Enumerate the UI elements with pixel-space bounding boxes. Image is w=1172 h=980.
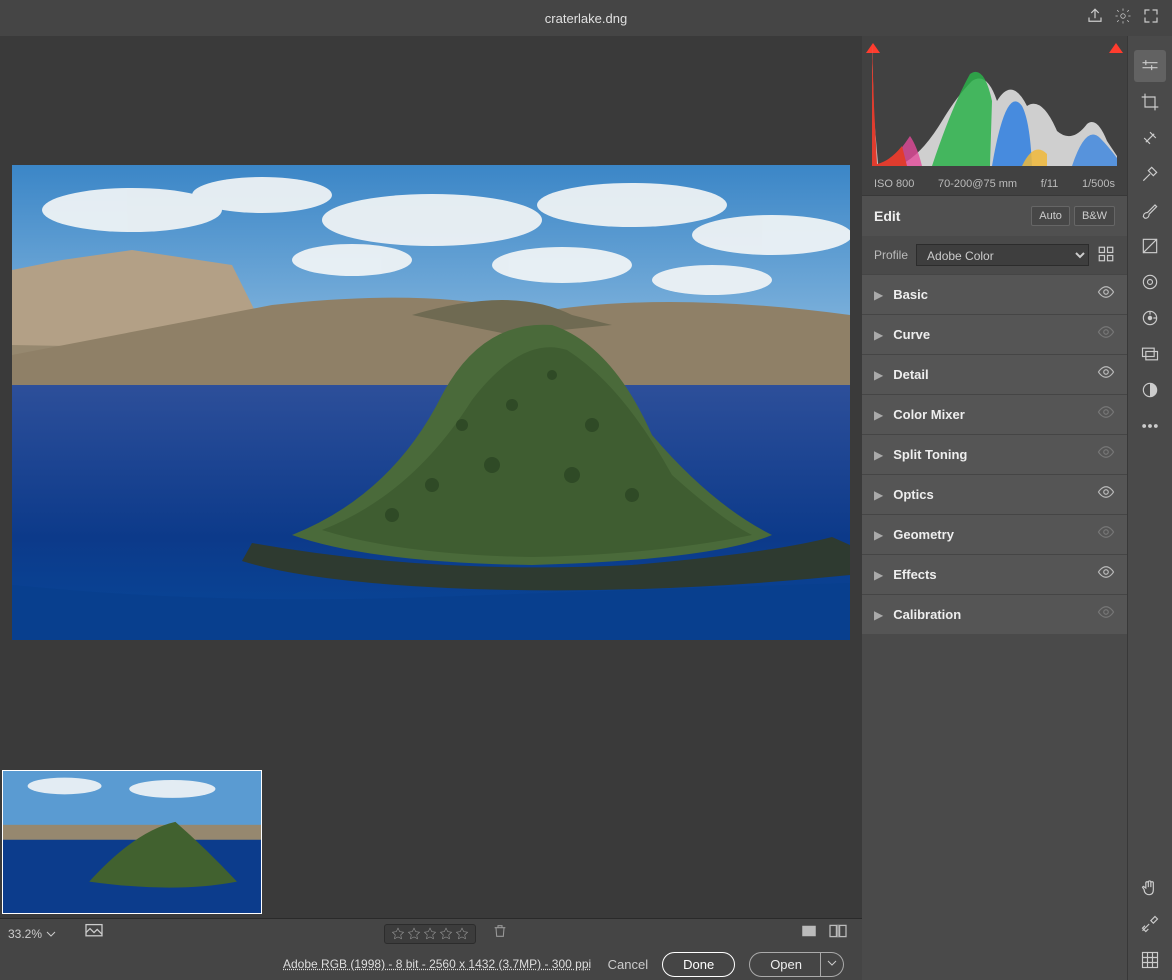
chevron-right-icon: ▶ <box>874 528 883 542</box>
panel-curve[interactable]: ▶ Curve <box>862 314 1127 354</box>
snapshots-tool[interactable] <box>1134 338 1166 370</box>
panel-calibration[interactable]: ▶ Calibration <box>862 594 1127 634</box>
star-icon[interactable] <box>439 927 453 941</box>
cancel-button[interactable]: Cancel <box>608 957 648 972</box>
star-icon[interactable] <box>391 927 405 941</box>
edit-tool[interactable] <box>1134 50 1166 82</box>
panel-optics[interactable]: ▶ Optics <box>862 474 1127 514</box>
zoom-level[interactable]: 33.2% <box>0 927 64 941</box>
filmstrip-thumbnail[interactable] <box>2 770 262 914</box>
zoom-tool[interactable] <box>1134 908 1166 940</box>
eye-icon[interactable] <box>1097 405 1115 424</box>
profile-label: Profile <box>874 248 908 262</box>
exif-lens: 70-200@75 mm <box>938 178 1017 190</box>
open-dropdown[interactable] <box>821 952 844 977</box>
more-tool[interactable] <box>1134 410 1166 442</box>
chevron-right-icon: ▶ <box>874 328 883 342</box>
settings-icon[interactable] <box>1114 7 1132 30</box>
exif-iso: ISO 800 <box>874 178 914 190</box>
exif-aperture: f/11 <box>1041 178 1059 190</box>
eye-icon[interactable] <box>1097 525 1115 544</box>
hand-tool[interactable] <box>1134 872 1166 904</box>
rating-stars[interactable] <box>384 924 476 944</box>
single-view-icon[interactable] <box>800 923 818 944</box>
tool-strip <box>1127 36 1172 980</box>
auto-button[interactable]: Auto <box>1031 206 1070 226</box>
presets-panel-button[interactable] <box>84 923 104 944</box>
eye-icon[interactable] <box>1097 445 1115 464</box>
eye-icon[interactable] <box>1097 365 1115 384</box>
panel-label: Geometry <box>893 527 1097 542</box>
compare-view-icon[interactable] <box>828 923 848 944</box>
canvas-column: 33.2% Adobe RGB (1998) - 8 bit <box>0 36 862 980</box>
chevron-right-icon: ▶ <box>874 488 883 502</box>
linear-gradient-tool[interactable] <box>1134 230 1166 262</box>
chevron-right-icon: ▶ <box>874 568 883 582</box>
done-button[interactable]: Done <box>662 952 735 977</box>
panel-label: Color Mixer <box>893 407 1097 422</box>
star-icon[interactable] <box>423 927 437 941</box>
share-icon[interactable] <box>1086 7 1104 30</box>
profile-row: Profile Adobe Color <box>862 236 1127 274</box>
panel-label: Curve <box>893 327 1097 342</box>
star-icon[interactable] <box>407 927 421 941</box>
histogram[interactable] <box>862 36 1127 172</box>
profile-select[interactable]: Adobe Color <box>916 244 1089 266</box>
crop-tool[interactable] <box>1134 86 1166 118</box>
eye-icon[interactable] <box>1097 285 1115 304</box>
panel-label: Detail <box>893 367 1097 382</box>
chevron-right-icon: ▶ <box>874 368 883 382</box>
chevron-right-icon: ▶ <box>874 288 883 302</box>
fullscreen-icon[interactable] <box>1142 7 1160 30</box>
panel-basic[interactable]: ▶ Basic <box>862 274 1127 314</box>
eye-icon[interactable] <box>1097 565 1115 584</box>
brush-tool[interactable] <box>1134 194 1166 226</box>
presets-tool[interactable] <box>1134 374 1166 406</box>
panel-label: Optics <box>893 487 1097 502</box>
eye-icon[interactable] <box>1097 605 1115 624</box>
titlebar-controls <box>1086 0 1172 36</box>
exif-shutter: 1/500s <box>1082 178 1115 190</box>
document-title: craterlake.dng <box>545 11 627 26</box>
heal-tool[interactable] <box>1134 122 1166 154</box>
panel-split-toning[interactable]: ▶ Split Toning <box>862 434 1127 474</box>
edit-header: Edit Auto B&W <box>862 196 1127 236</box>
canvas-area[interactable] <box>0 36 862 768</box>
eye-icon[interactable] <box>1097 325 1115 344</box>
panel-detail[interactable]: ▶ Detail <box>862 354 1127 394</box>
eye-icon[interactable] <box>1097 485 1115 504</box>
histogram-chart <box>872 46 1117 166</box>
star-icon[interactable] <box>455 927 469 941</box>
bw-button[interactable]: B&W <box>1074 206 1115 226</box>
redeye-tool[interactable] <box>1134 302 1166 334</box>
titlebar: craterlake.dng <box>0 0 1172 36</box>
radial-gradient-tool[interactable] <box>1134 266 1166 298</box>
panel-label: Effects <box>893 567 1097 582</box>
grid-tool[interactable] <box>1134 944 1166 976</box>
image-info[interactable]: Adobe RGB (1998) - 8 bit - 2560 x 1432 (… <box>283 957 591 971</box>
status-bar: Adobe RGB (1998) - 8 bit - 2560 x 1432 (… <box>0 948 862 980</box>
eyedropper-tool[interactable] <box>1134 158 1166 190</box>
open-button-group: Open <box>749 952 844 977</box>
panel-list: ▶ Basic ▶ Curve ▶ Detail ▶ Color Mixer ▶ Split To… <box>862 274 1127 634</box>
panel-label: Basic <box>893 287 1097 302</box>
main-photo <box>12 165 850 640</box>
panel-color-mixer[interactable]: ▶ Color Mixer <box>862 394 1127 434</box>
edit-header-label: Edit <box>874 208 900 224</box>
filmstrip[interactable] <box>0 768 862 918</box>
exif-row: ISO 800 70-200@75 mm f/11 1/500s <box>862 172 1127 196</box>
panel-label: Split Toning <box>893 447 1097 462</box>
edit-sidebar: ISO 800 70-200@75 mm f/11 1/500s Edit Au… <box>862 36 1127 980</box>
zoom-value: 33.2% <box>8 927 42 941</box>
profile-browser-icon[interactable] <box>1097 245 1115 266</box>
chevron-right-icon: ▶ <box>874 608 883 622</box>
panel-geometry[interactable]: ▶ Geometry <box>862 514 1127 554</box>
chevron-right-icon: ▶ <box>874 448 883 462</box>
chevron-right-icon: ▶ <box>874 408 883 422</box>
canvas-bottom-bar: 33.2% <box>0 918 862 948</box>
panel-label: Calibration <box>893 607 1097 622</box>
open-button[interactable]: Open <box>749 952 821 977</box>
panel-effects[interactable]: ▶ Effects <box>862 554 1127 594</box>
delete-icon[interactable] <box>492 923 508 944</box>
